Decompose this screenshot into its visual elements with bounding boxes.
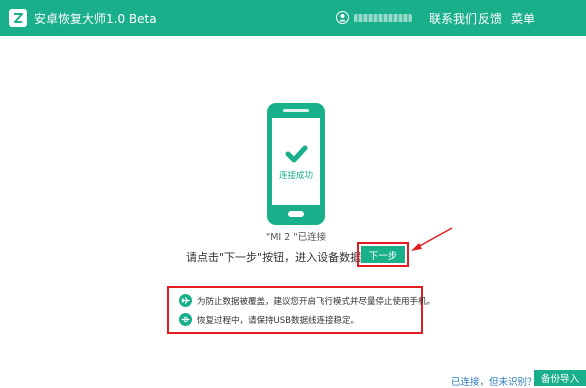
user-name bbox=[354, 14, 412, 22]
usb-icon bbox=[179, 313, 192, 326]
next-button[interactable]: 下一步 bbox=[361, 246, 405, 263]
pointer-arrow-icon bbox=[411, 227, 453, 251]
tip-item: 为防止数据被覆盖，建议您开启飞行模式并尽量停止使用手机。 bbox=[179, 294, 435, 307]
backup-import-button[interactable]: 备份导入 bbox=[534, 370, 586, 386]
airplane-icon bbox=[179, 294, 192, 307]
app-logo-icon bbox=[9, 9, 27, 27]
tips-box: 为防止数据被覆盖，建议您开启飞行模式并尽量停止使用手机。 恢复过程中，请保持US… bbox=[167, 286, 435, 334]
menu-link[interactable]: 菜单 bbox=[511, 10, 535, 27]
connection-status-text: 连接成功 bbox=[279, 170, 313, 181]
phone-icon: 连接成功 bbox=[267, 103, 325, 225]
instruction-text: 请点击"下一步"按钮，进入设备数据扫描 bbox=[186, 251, 384, 264]
contact-us-link[interactable]: 联系我们 bbox=[429, 10, 477, 27]
tip-text: 为防止数据被覆盖，建议您开启飞行模式并尽量停止使用手机。 bbox=[197, 296, 436, 307]
app-title: 安卓恢复大师1.0 Beta bbox=[34, 12, 157, 26]
tip-item: 恢复过程中，请保持USB数据线连接稳定。 bbox=[179, 313, 359, 326]
user-icon[interactable] bbox=[336, 11, 349, 24]
title-bar: 安卓恢复大师1.0 Beta 联系我们 反馈 菜单 bbox=[0, 0, 586, 36]
feedback-link[interactable]: 反馈 bbox=[478, 10, 502, 27]
device-connected-label: "MI 2 "已连接 bbox=[265, 232, 327, 243]
tip-text: 恢复过程中，请保持USB数据线连接稳定。 bbox=[197, 315, 359, 326]
